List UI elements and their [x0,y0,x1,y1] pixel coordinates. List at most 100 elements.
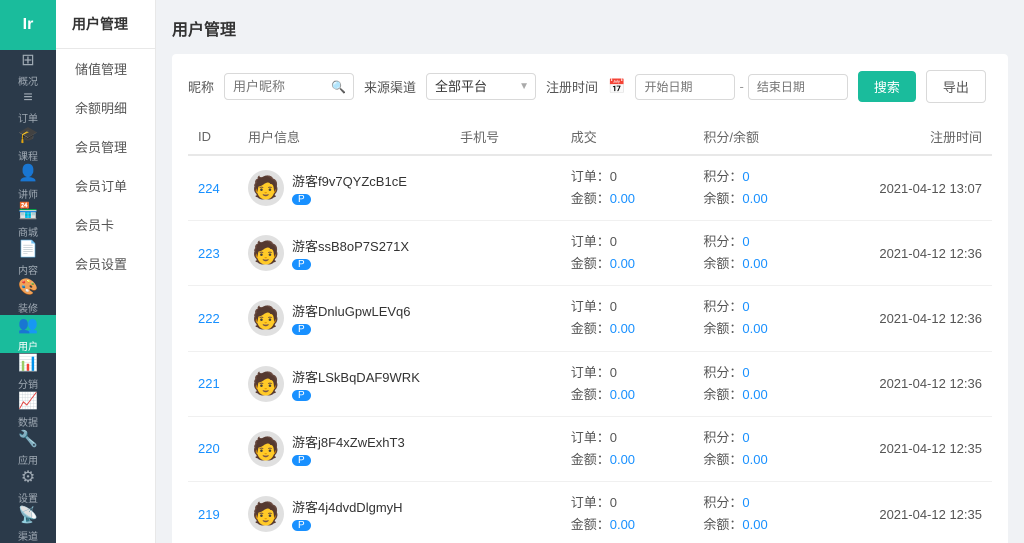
col-header-time: 注册时间 [837,119,992,155]
main-wrapper: 用户管理 储值管理 余额明细 会员管理 会员订单 会员卡 会员设置 用户管理 昵… [56,0,1024,543]
avatar: 🧑 [248,170,284,206]
user-badge: P [292,451,405,466]
sidebar-item-label: 订单 [18,110,38,125]
user-name-col: 游客ssB8oP7S271X P [292,236,409,270]
source-select[interactable]: 全部平台 微信 APP H5 [426,73,536,100]
cell-time: 2021-04-12 12:35 [837,416,992,481]
main-card: 昵称 🔍 来源渠道 全部平台 微信 APP H5 ▼ 注册时间 📅 [172,54,1008,543]
cell-points: 积分：0 余额：0.00 [693,481,837,543]
user-badge: P [292,386,420,401]
cell-phone [450,286,561,351]
export-button[interactable]: 导出 [926,70,986,103]
filter-bar: 昵称 🔍 来源渠道 全部平台 微信 APP H5 ▼ 注册时间 📅 [188,70,992,103]
cell-points: 积分：0 余额：0.00 [693,221,837,286]
avatar: 🧑 [248,300,284,336]
user-badge: P [292,190,407,205]
end-date-input[interactable] [748,74,848,100]
app-icon: 🔧 [18,429,38,449]
data-icon: 📈 [18,391,38,411]
source-select-wrap: 全部平台 微信 APP H5 ▼ [426,73,536,100]
deal-amount: 金额：0.00 [571,253,684,275]
sidebar-item-overview[interactable]: ⊞ 概况 [0,50,56,88]
teacher-icon: 👤 [18,163,38,183]
cell-time: 2021-04-12 12:36 [837,351,992,416]
user-name-col: 游客f9v7QYZcB1cE P [292,171,407,205]
sidebar-item-channel[interactable]: 📡 渠道 [0,505,56,543]
cell-id[interactable]: 219 [188,481,238,543]
balance-value: 余额：0.00 [703,384,827,406]
sidebar-item-member-settings[interactable]: 会员设置 [56,244,155,283]
cell-deal: 订单：0 金额：0.00 [561,351,694,416]
sidebar-item-label: 应用 [18,452,38,467]
date-range: - [635,74,847,100]
sidebar-item-settings[interactable]: ⚙ 设置 [0,467,56,505]
table-row: 224 🧑 游客f9v7QYZcB1cE P 订单：0 金额：0.00 [188,155,992,221]
user-table: ID 用户信息 手机号 成交 积分/余额 注册时间 224 🧑 [188,119,992,543]
points-value: 积分：0 [703,296,827,318]
channel-icon: 📡 [18,505,38,525]
sidebar-item-label: 数据 [18,414,38,429]
cell-user-info: 🧑 游客f9v7QYZcB1cE P [238,155,450,221]
col-header-id: ID [188,119,238,155]
avatar: 🧑 [248,496,284,532]
user-name: 游客f9v7QYZcB1cE [292,171,407,190]
balance-value: 余额：0.00 [703,514,827,536]
deal-amount: 金额：0.00 [571,384,684,406]
sidebar-item-mall[interactable]: 🏪 商城 [0,201,56,239]
sidebar-item-label: 课程 [18,148,38,163]
sidebar-item-teacher[interactable]: 👤 讲师 [0,163,56,201]
orders-icon: ≡ [23,89,32,107]
sidebar-item-user[interactable]: 👥 用户 [0,315,56,353]
sidebar-item-member-card[interactable]: 会员卡 [56,205,155,244]
start-date-input[interactable] [635,74,735,100]
deal-orders: 订单：0 [571,427,684,449]
sidebar-item-course[interactable]: 🎓 课程 [0,125,56,163]
sidebar-item-credits[interactable]: 储值管理 [56,49,155,88]
sidebar-item-label: 用户 [18,338,38,353]
sidebar-item-label: 商城 [18,224,38,239]
cell-id[interactable]: 224 [188,155,238,221]
user-name: 游客ssB8oP7S271X [292,236,409,255]
search-icon: 🔍 [331,80,346,94]
cell-user-info: 🧑 游客LSkBqDAF9WRK P [238,351,450,416]
sidebar-item-decor[interactable]: 🎨 装修 [0,277,56,315]
points-value: 积分：0 [703,231,827,253]
sidebar-item-data[interactable]: 📈 数据 [0,391,56,429]
user-name-col: 游客j8F4xZwExhT3 P [292,432,405,466]
user-name-col: 游客4j4dvdDlgmyH P [292,497,403,531]
cell-user-info: 🧑 游客j8F4xZwExhT3 P [238,416,450,481]
cell-id[interactable]: 221 [188,351,238,416]
cell-user-info: 🧑 游客ssB8oP7S271X P [238,221,450,286]
cell-points: 积分：0 余额：0.00 [693,351,837,416]
sidebar-item-app[interactable]: 🔧 应用 [0,429,56,467]
cell-deal: 订单：0 金额：0.00 [561,286,694,351]
source-label: 来源渠道 [364,77,416,96]
cell-phone [450,155,561,221]
sidebar-item-content[interactable]: 📄 内容 [0,239,56,277]
sidebar: Ir ⊞ 概况 ≡ 订单 🎓 课程 👤 讲师 🏪 商城 📄 内容 🎨 装修 👥 … [0,0,56,543]
cell-points: 积分：0 余额：0.00 [693,155,837,221]
user-name: 游客j8F4xZwExhT3 [292,432,405,451]
cell-time: 2021-04-12 13:07 [837,155,992,221]
sidebar-item-members[interactable]: 会员管理 [56,127,155,166]
sidebar-item-member-orders[interactable]: 会员订单 [56,166,155,205]
deal-amount: 金额：0.00 [571,449,684,471]
content-area: 用户管理 昵称 🔍 来源渠道 全部平台 微信 APP H5 ▼ [156,0,1024,543]
cell-id[interactable]: 222 [188,286,238,351]
search-button[interactable]: 搜索 [858,71,916,102]
sidebar-item-label: 概况 [18,73,38,88]
sidebar-item-orders[interactable]: ≡ 订单 [0,88,56,125]
cell-id[interactable]: 223 [188,221,238,286]
sidebar-item-balance[interactable]: 余额明细 [56,88,155,127]
col-header-info: 用户信息 [238,119,450,155]
course-icon: 🎓 [18,125,38,145]
cell-id[interactable]: 220 [188,416,238,481]
cell-points: 积分：0 余额：0.00 [693,416,837,481]
sidebar-item-distribution[interactable]: 📊 分销 [0,353,56,391]
nickname-input-wrap: 🔍 [224,73,354,100]
date-separator: - [739,79,743,94]
cell-deal: 订单：0 金额：0.00 [561,221,694,286]
col-header-points: 积分/余额 [693,119,837,155]
table-row: 223 🧑 游客ssB8oP7S271X P 订单：0 金额：0.00 [188,221,992,286]
nickname-label: 昵称 [188,77,214,96]
